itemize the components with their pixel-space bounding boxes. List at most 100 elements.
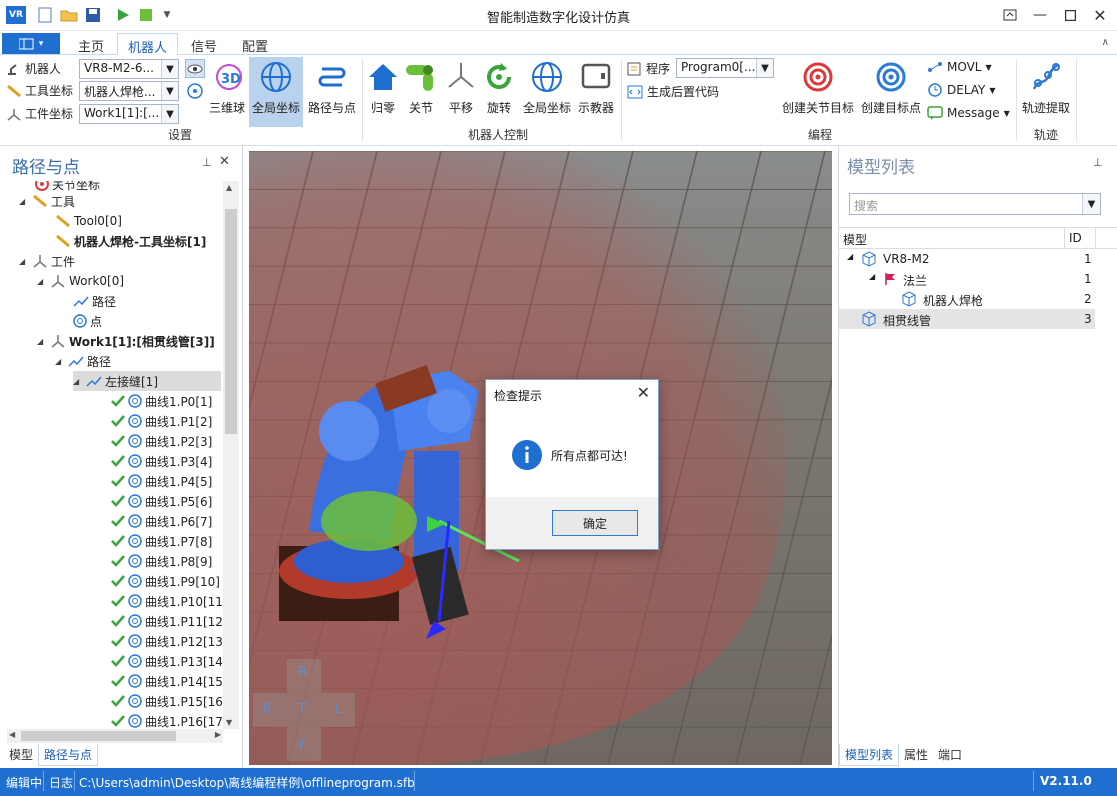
scrollbar-thumb[interactable] <box>225 209 237 434</box>
tab-signal[interactable]: 信号 <box>181 33 227 55</box>
tree-node-work0[interactable]: ◢ Work0[0] <box>37 271 124 291</box>
collapse-icon[interactable]: ◢ <box>847 252 853 261</box>
tree-node-point[interactable]: 曲线1.P8[9] <box>111 551 212 571</box>
column-id[interactable]: ID <box>1069 231 1082 245</box>
tree-node-point[interactable]: 曲线1.P14[15] <box>111 671 222 691</box>
tree-node-point[interactable]: 曲线1.P6[7] <box>111 511 212 531</box>
tree-node-tool0[interactable]: Tool0[0] <box>55 211 122 231</box>
tab-model-list[interactable]: 模型列表 <box>839 744 900 766</box>
tree-node-work1-path[interactable]: ◢ 路径 <box>55 351 111 371</box>
file-menu-button[interactable]: ▾ <box>2 33 60 54</box>
table-row[interactable]: ◢ VR8-M2 1 <box>839 249 1117 269</box>
table-row[interactable]: 相贯线管 3 <box>839 309 1095 329</box>
tree-node-point[interactable]: 曲线1.P7[8] <box>111 531 212 551</box>
tab-config[interactable]: 配置 <box>232 33 278 55</box>
dialog-close-icon[interactable]: ✕ <box>637 383 650 402</box>
nav-cube-bottom[interactable]: F <box>299 738 306 753</box>
tree-horizontal-scrollbar[interactable]: ◀ ▶ <box>7 729 223 743</box>
tree-node-point[interactable]: 曲线1.P2[3] <box>111 431 212 451</box>
delay-button[interactable]: DELAY ▼ <box>927 83 996 97</box>
tab-ports[interactable]: 端口 <box>933 744 967 766</box>
home-button[interactable]: 归零 <box>366 57 400 121</box>
tree-node-point[interactable]: 曲线1.P12[13] <box>111 631 222 651</box>
close-icon[interactable]: ✕ <box>219 154 230 169</box>
tree-node-tools[interactable]: ◢ 工具 <box>19 191 75 211</box>
tree-node-point[interactable]: 曲线1.P9[10] <box>111 571 220 591</box>
target-point-icon <box>128 554 142 568</box>
tree-node-point[interactable]: 曲线1.P1[2] <box>111 411 212 431</box>
target-icon[interactable] <box>186 82 204 103</box>
chevron-down-icon[interactable]: ▼ <box>1082 194 1100 214</box>
3d-ball-button[interactable]: 3D 三维球 <box>208 57 246 121</box>
translate-button[interactable]: 平移 <box>444 57 478 121</box>
tree-node-point[interactable]: 曲线1.P10[11] <box>111 591 222 611</box>
tree-node-welding-tool[interactable]: 机器人焊枪-工具坐标[1] <box>55 231 206 251</box>
generate-code-button[interactable]: 生成后置代码 <box>627 83 719 100</box>
table-row[interactable]: 机器人焊枪 2 <box>839 289 1117 309</box>
collapse-icon[interactable]: ◢ <box>19 257 29 266</box>
pin-icon[interactable]: ⊥ <box>202 156 212 169</box>
collapse-ribbon-icon[interactable]: ∧ <box>1102 37 1109 48</box>
nav-cube-left[interactable]: R <box>263 702 272 717</box>
global-frame-button[interactable]: 全局坐标 <box>520 57 574 121</box>
ok-button[interactable]: 确定 <box>552 510 638 536</box>
tree-node-work0-point[interactable]: 点 <box>73 311 102 331</box>
tree-node-left-seam[interactable]: ◢ 左接缝[1] <box>73 371 221 391</box>
collapse-icon[interactable]: ◢ <box>37 277 47 286</box>
program-select[interactable]: Program0[... ▼ <box>676 58 774 78</box>
collapse-icon[interactable]: ◢ <box>73 377 83 386</box>
tree-node-point[interactable]: 曲线1.P15[16] <box>111 691 222 711</box>
nav-cube-center[interactable]: T <box>298 702 306 717</box>
tree-node-point[interactable]: 曲线1.P13[14] <box>111 651 222 671</box>
message-button[interactable]: Message ▼ <box>927 106 1010 120</box>
eye-icon[interactable] <box>185 59 205 78</box>
tree-node-point[interactable]: 曲线1.P3[4] <box>111 451 212 471</box>
close-button[interactable]: ✕ <box>1085 2 1115 28</box>
tree-node-point[interactable]: 曲线1.P5[6] <box>111 491 212 511</box>
work-frame-select[interactable]: Work1[1]:[... ▼ <box>79 104 179 124</box>
movl-button[interactable]: MOVL ▼ <box>927 60 992 74</box>
scroll-up-icon[interactable]: ▲ <box>226 183 232 192</box>
tab-home[interactable]: 主页 <box>68 33 114 55</box>
tree-node-work1[interactable]: ◢ Work1[1]:[相贯线管[3]] <box>37 331 215 351</box>
scrollbar-thumb[interactable] <box>21 731 176 741</box>
tree-node-point[interactable]: 曲线1.P16[17] <box>111 711 222 729</box>
tree-vertical-scrollbar[interactable]: ▲ ▼ <box>223 181 239 729</box>
tree-node-workpieces[interactable]: ◢ 工件 <box>19 251 75 271</box>
collapse-icon[interactable]: ◢ <box>869 272 875 281</box>
path-points-button[interactable]: 路径与点 <box>306 57 358 121</box>
create-target-button[interactable]: 创建目标点 <box>859 57 923 121</box>
collapse-icon[interactable]: ◢ <box>19 197 29 206</box>
nav-cube-right[interactable]: L <box>335 702 342 717</box>
create-joint-target-button[interactable]: 创建关节目标 <box>780 57 856 121</box>
tool-frame-select[interactable]: 机器人焊枪... ▼ <box>79 81 179 101</box>
tab-model[interactable]: 模型 <box>4 744 38 766</box>
rotate-button[interactable]: 旋转 <box>482 57 516 121</box>
log-button[interactable]: 日志 <box>49 774 73 791</box>
tab-path-points[interactable]: 路径与点 <box>38 744 99 766</box>
trajectory-extract-button[interactable]: 轨迹提取 <box>1020 57 1072 121</box>
scroll-right-icon[interactable]: ▶ <box>215 730 221 739</box>
tree-node-work0-path[interactable]: 路径 <box>73 291 116 311</box>
global-frame-toggle[interactable]: 全局坐标 <box>249 57 303 127</box>
collapse-icon[interactable]: ◢ <box>55 357 65 366</box>
tree-node-point[interactable]: 曲线1.P0[1] <box>111 391 212 411</box>
nav-cube-top[interactable]: B <box>298 665 307 680</box>
tab-properties[interactable]: 属性 <box>899 744 933 766</box>
restore-layout-icon[interactable] <box>995 2 1025 28</box>
maximize-button[interactable] <box>1055 2 1085 28</box>
scroll-left-icon[interactable]: ◀ <box>9 730 15 739</box>
pin-icon[interactable]: ⊥ <box>1093 156 1103 169</box>
teach-pendant-button[interactable]: 示教器 <box>576 57 616 121</box>
search-input[interactable]: 搜索 ▼ <box>849 193 1101 215</box>
tree-node-point[interactable]: 曲线1.P4[5] <box>111 471 212 491</box>
tree-node-point[interactable]: 曲线1.P11[12] <box>111 611 222 631</box>
scroll-down-icon[interactable]: ▼ <box>226 718 232 727</box>
joint-button[interactable]: 关节 <box>404 57 438 121</box>
robot-select[interactable]: VR8-M2-6... ▼ <box>79 59 179 79</box>
column-model[interactable]: 模型 <box>843 231 867 248</box>
tab-robot[interactable]: 机器人 <box>117 33 179 56</box>
table-row[interactable]: ◢ 法兰 1 <box>839 269 1117 289</box>
minimize-button[interactable]: — <box>1025 2 1055 28</box>
collapse-icon[interactable]: ◢ <box>37 337 47 346</box>
